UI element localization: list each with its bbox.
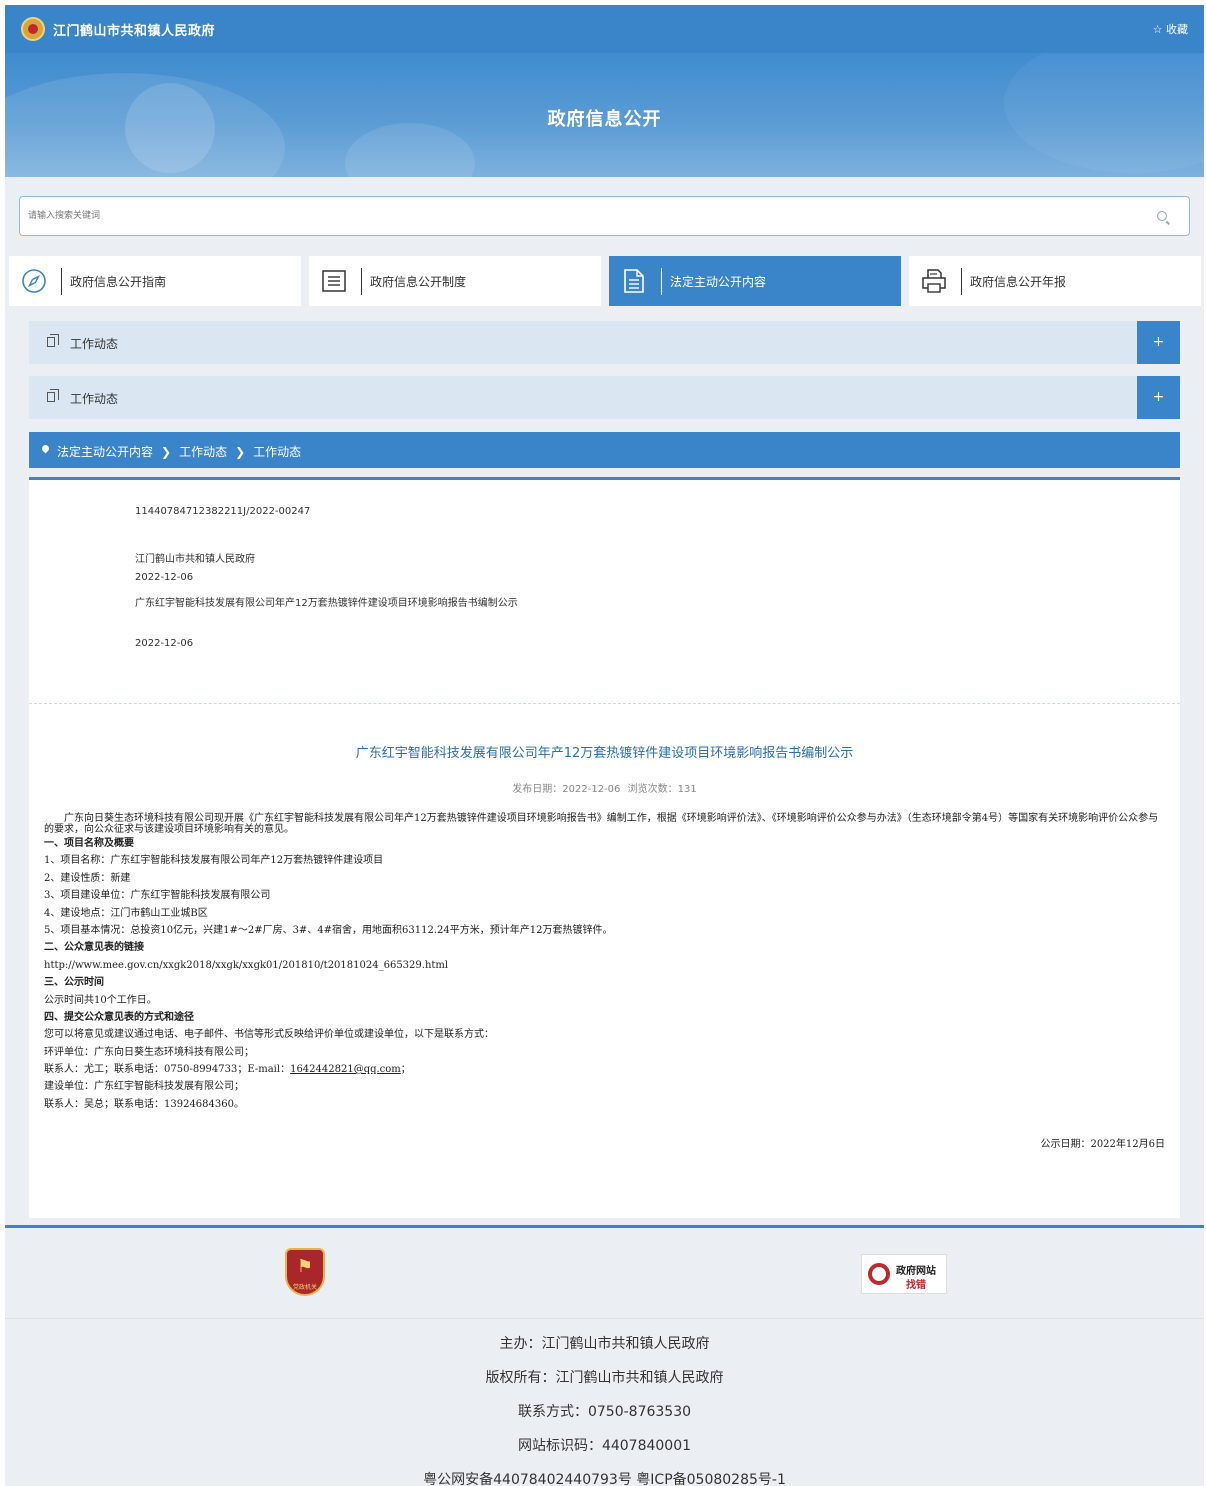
article-body: 广东向日葵生态环境科技有限公司现开展《广东红宇智能科技发展有限公司年产12万套热…: [44, 813, 1164, 1113]
section-heading: 四、提交公众意见表的方式和途径: [44, 1011, 194, 1023]
search-box: [19, 196, 1190, 236]
party-government-badge-icon[interactable]: ⚑ 党政机关: [285, 1248, 325, 1296]
banner: 政府信息公开: [5, 53, 1204, 177]
tab-guide[interactable]: 政府信息公开指南: [9, 256, 301, 306]
national-emblem-icon: [21, 17, 45, 41]
tab-divider: [61, 268, 62, 295]
printer-icon: [922, 269, 946, 293]
footer-host: 主办：江门鹤山市共和镇人民政府: [499, 1336, 710, 1352]
publish-date: 发布日期：2022-12-06: [512, 784, 621, 795]
article-line: 3、项目建设单位：广东红宇智能科技发展有限公司: [44, 890, 271, 902]
article-line: 环评单位：广东向日葵生态环境科技有限公司；: [44, 1046, 254, 1058]
footer-info: 主办：江门鹤山市共和镇人民政府 版权所有：江门鹤山市共和镇人民政府 联系方式：0…: [5, 1319, 1204, 1486]
divider: [29, 703, 1180, 704]
breadcrumb-separator: ❯: [161, 445, 172, 459]
breadcrumb: 法定主动公开内容 ❯ 工作动态 ❯ 工作动态: [29, 432, 1180, 468]
report-error-button[interactable]: 政府网站 找错: [861, 1254, 947, 1294]
tab-divider: [661, 268, 662, 295]
article-card: 索引号：11440784712382211J/2022-00247 分类： 发布…: [29, 477, 1180, 1218]
list-icon: [322, 270, 346, 292]
tab-divider: [361, 268, 362, 295]
contact-text: 联系人：尤工；联系电话：0750-8994733；E-mail：: [44, 1064, 291, 1076]
search-input[interactable]: [28, 207, 1128, 225]
article-line: 4、建设地点：江门市鹤山工业城B区: [44, 907, 208, 919]
banner-title: 政府信息公开: [547, 109, 662, 130]
footer-logos: ⚑ 党政机关 政府网站 找错: [5, 1228, 1204, 1318]
article-line: 公示时间共10个工作日。: [44, 994, 157, 1006]
view-count: 浏览次数：131: [627, 784, 697, 795]
meta-value: 江门鹤山市共和镇人民政府: [135, 554, 255, 565]
search-icon[interactable]: [1157, 211, 1167, 221]
article-line: 您可以将意见或建议通过电话、电子邮件、书信等形式反映给评价单位或建设单位，以下是…: [44, 1029, 494, 1041]
footer-contact: 联系方式：0750-8763530: [517, 1404, 692, 1420]
article-line: 建设单位：广东红宇智能科技发展有限公司；: [44, 1081, 244, 1093]
meta-value: 2022-12-06: [135, 638, 194, 649]
accordion-work-news[interactable]: 工作动态 +: [29, 321, 1180, 364]
breadcrumb-separator: ❯: [235, 445, 246, 459]
footer-site-id: 网站标识码：4407840001: [517, 1438, 692, 1454]
opinion-form-link[interactable]: http://www.mee.gov.cn/xxgk2018/xxgk/xxgk…: [44, 957, 1164, 974]
tab-rules[interactable]: 政府信息公开制度: [309, 256, 601, 306]
badge-text: 党政机关: [292, 1284, 317, 1291]
banner-decoration: [345, 123, 475, 177]
section-heading: 三、公示时间: [44, 977, 104, 989]
contact-text: ；: [400, 1064, 411, 1076]
article-title: 广东红宇智能科技发展有限公司年产12万套热镀锌件建设项目环境影响报告书编制公示: [355, 746, 854, 761]
notice-date: 公示日期：2022年12月6日: [1040, 1139, 1165, 1150]
location-pin-icon: [40, 443, 51, 454]
tab-label: 政府信息公开制度: [370, 275, 467, 289]
document-icon: [624, 269, 644, 293]
report-error-label: 找错: [906, 1280, 926, 1291]
article-line: 5、项目基本情况：总投资10亿元，兴建1#～2#厂房、3#、4#宿舍，用地面积6…: [44, 924, 613, 936]
tab-label: 法定主动公开内容: [670, 275, 767, 289]
magnifier-icon: [868, 1263, 890, 1285]
tab-divider: [961, 268, 962, 295]
article-intro: 广东向日葵生态环境科技有限公司现开展《广东红宇智能科技发展有限公司年产12万套热…: [44, 813, 1159, 835]
copy-icon: [47, 334, 59, 347]
tab-statutory-content[interactable]: 法定主动公开内容: [609, 256, 901, 306]
top-bar: 江门鹤山市共和镇人民政府 ☆ 收藏: [5, 5, 1204, 53]
contact-line: 联系人：尤工；联系电话：0750-8994733；E-mail：16424428…: [44, 1061, 1164, 1078]
article-line: 联系人：吴总；联系电话：13924684360。: [44, 1098, 244, 1110]
page: 江门鹤山市共和镇人民政府 ☆ 收藏 政府信息公开 政府信息公开指南: [5, 5, 1204, 1486]
expand-button[interactable]: +: [1137, 376, 1180, 419]
article-line: 1、项目名称：广东红宇智能科技发展有限公司年产12万套热镀锌件建设项目: [44, 855, 384, 867]
tab-annual-report[interactable]: 政府信息公开年报: [909, 256, 1201, 306]
meta-value: 11440784712382211J/2022-00247: [135, 506, 311, 517]
breadcrumb-item[interactable]: 工作动态: [179, 445, 227, 459]
breadcrumb-item[interactable]: 工作动态: [253, 445, 301, 459]
accordion-label: 工作动态: [70, 392, 119, 406]
copy-icon: [47, 389, 59, 402]
tab-label: 政府信息公开年报: [970, 275, 1067, 289]
site-name[interactable]: 江门鹤山市共和镇人民政府: [53, 20, 215, 39]
section-heading: 一、项目名称及概要: [44, 838, 134, 849]
meta-value: 2022-12-06: [135, 572, 194, 583]
expand-button[interactable]: +: [1137, 321, 1180, 364]
email-link[interactable]: 1642442821@qq.com: [290, 1064, 401, 1075]
footer-icp[interactable]: 粤公网安备44078402440793号 粤ICP备05080285号-1: [5, 1469, 1204, 1486]
breadcrumb-item[interactable]: 法定主动公开内容: [57, 445, 153, 459]
accordion-label: 工作动态: [70, 337, 119, 351]
section-heading: 二、公众意见表的链接: [44, 942, 144, 954]
accordion-work-news[interactable]: 工作动态 +: [29, 376, 1180, 419]
meta-value: 广东红宇智能科技发展有限公司年产12万套热镀锌件建设项目环境影响报告书编制公示: [135, 598, 518, 609]
compass-icon: [22, 269, 46, 293]
footer-copyright: 版权所有：江门鹤山市共和镇人民政府: [485, 1370, 724, 1386]
report-error-label: 政府网站: [896, 1266, 936, 1277]
article-info: 发布日期：2022-12-06 浏览次数：131: [29, 780, 1180, 795]
favorite-button[interactable]: ☆ 收藏: [1153, 21, 1188, 37]
article-line: 2、建设性质：新建: [44, 872, 131, 884]
category-tabs: 政府信息公开指南 政府信息公开制度 法定主动公开内容 政府信息公开年报: [9, 256, 1201, 306]
tab-label: 政府信息公开指南: [70, 275, 167, 289]
